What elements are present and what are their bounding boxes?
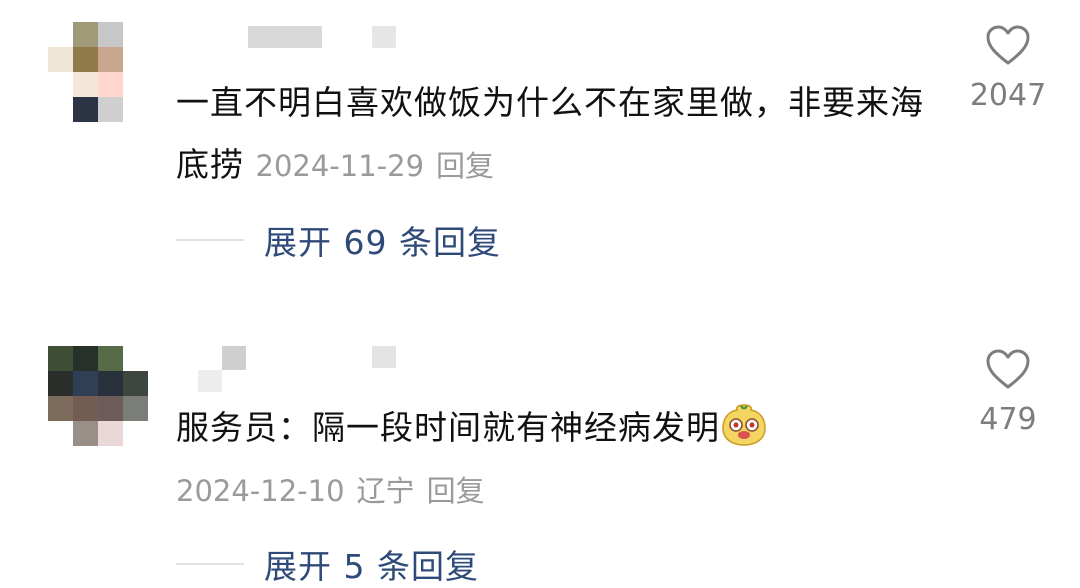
avatar-mosaic-cell [73, 22, 98, 47]
avatar-mosaic-cell [48, 47, 73, 72]
avatar-mosaic-cell [73, 47, 98, 72]
heart-icon[interactable] [985, 348, 1031, 390]
heart-icon[interactable] [985, 24, 1031, 66]
like-control[interactable]: 479 [948, 348, 1068, 437]
expand-replies-label[interactable]: 展开 5 条回复 [264, 540, 479, 588]
avatar-mosaic-cell [73, 371, 98, 396]
username-blurred[interactable] [372, 26, 396, 48]
avatar-mosaic-cell [123, 396, 148, 421]
comment-text-block: 一直不明白喜欢做饭为什么不在家里做，非要来海底捞 2024-11-29 回复 [176, 72, 936, 197]
comment-text-block: 服务员：隔一段时间就有神经病发明 2024-12-10 辽宁 回复 [176, 397, 936, 522]
sticker-face-icon [722, 404, 766, 446]
divider-line [176, 239, 244, 241]
username-blurred[interactable] [248, 26, 322, 48]
like-count: 2047 [969, 78, 1047, 113]
expand-replies[interactable]: 展开 69 条回复 [176, 220, 501, 262]
avatar-mosaic-cell [73, 346, 98, 371]
username-blurred[interactable] [372, 346, 396, 368]
expand-replies[interactable]: 展开 5 条回复 [176, 544, 479, 586]
reply-button[interactable]: 回复 [427, 474, 485, 508]
avatar-mosaic-cell [98, 346, 123, 371]
avatar-mosaic-cell [48, 72, 73, 97]
expand-replies-label[interactable]: 展开 69 条回复 [264, 216, 501, 264]
avatar[interactable] [48, 346, 148, 446]
like-count: 479 [979, 402, 1037, 437]
avatar-mosaic-cell [73, 396, 98, 421]
avatar[interactable] [48, 22, 148, 122]
avatar-mosaic-cell [123, 421, 148, 446]
comment-date: 2024-11-29 [255, 149, 425, 183]
comment-date: 2024-12-10 [176, 474, 345, 508]
avatar-mosaic-cell [98, 97, 123, 122]
avatar-mosaic-cell [73, 97, 98, 122]
avatar-mosaic-cell [98, 396, 123, 421]
avatar-mosaic-cell [48, 346, 73, 371]
divider-line [176, 563, 244, 565]
avatar-mosaic-cell [48, 396, 73, 421]
avatar-mosaic-cell [98, 421, 123, 446]
avatar-mosaic-cell [73, 421, 98, 446]
avatar-mosaic-cell [123, 371, 148, 396]
avatar-mosaic-cell [48, 22, 73, 47]
avatar-mosaic-cell [48, 421, 73, 446]
avatar-mosaic-cell [48, 371, 73, 396]
avatar-mosaic-cell [123, 47, 148, 72]
avatar-mosaic-cell [73, 72, 98, 97]
avatar-mosaic-cell [123, 346, 148, 371]
avatar-mosaic-cell [98, 371, 123, 396]
avatar-mosaic-cell [123, 97, 148, 122]
like-control[interactable]: 2047 [948, 24, 1068, 113]
reply-button[interactable]: 回复 [436, 149, 494, 183]
comment-location: 辽宁 [356, 474, 415, 508]
username-blurred[interactable] [198, 370, 222, 392]
avatar-mosaic-cell [98, 72, 123, 97]
comment-text: 服务员：隔一段时间就有神经病发明 [176, 408, 720, 447]
avatar-mosaic-cell [98, 22, 123, 47]
username-blurred[interactable] [222, 346, 246, 370]
avatar-mosaic-cell [123, 72, 148, 97]
avatar-mosaic-cell [98, 47, 123, 72]
avatar-mosaic-cell [48, 97, 73, 122]
avatar-mosaic-cell [123, 22, 148, 47]
